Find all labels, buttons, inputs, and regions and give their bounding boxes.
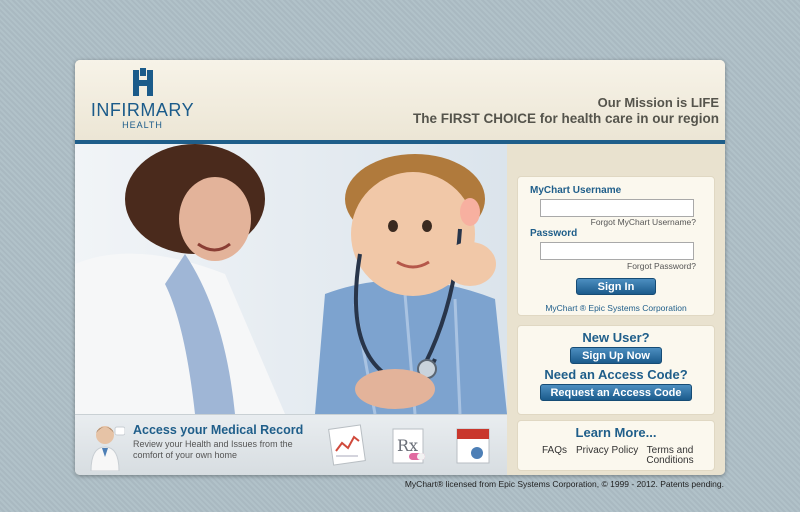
username-input[interactable] xyxy=(540,199,694,217)
prescription-icon: Rx xyxy=(392,428,425,464)
chart-paper-icon xyxy=(328,424,366,466)
request-access-code-button[interactable]: Request an Access Code xyxy=(540,384,692,401)
password-input[interactable] xyxy=(540,242,694,260)
learn-more-heading: Learn More... xyxy=(575,425,657,440)
powered-by-text: MyChart ® Epic Systems Corporation xyxy=(545,303,687,313)
infirmary-logo[interactable]: INFIRMARY HEALTH xyxy=(85,68,200,132)
logo-name: INFIRMARY xyxy=(90,100,195,120)
login-card: INFIRMARY HEALTH Our Mission is LIFE The… xyxy=(75,60,725,475)
access-code-heading: Need an Access Code? xyxy=(544,367,688,382)
login-panel: MyChart Username Forgot MyChart Username… xyxy=(517,176,715,316)
sign-up-button[interactable]: Sign Up Now xyxy=(570,347,662,364)
medical-record-banner[interactable]: Access your Medical Record Review your H… xyxy=(75,414,507,475)
login-sidebar: MyChart Username Forgot MyChart Username… xyxy=(507,144,725,475)
mission-line-2: The FIRST CHOICE for health care in our … xyxy=(412,111,719,126)
banner-title: Access your Medical Record xyxy=(133,423,304,437)
logo-subtitle: HEALTH xyxy=(122,120,163,130)
faqs-link[interactable]: FAQs xyxy=(542,446,567,456)
infirmary-h-logo-icon xyxy=(133,68,153,96)
username-label: MyChart Username xyxy=(530,185,622,196)
forgot-password-link[interactable]: Forgot Password? xyxy=(627,261,696,271)
password-label: Password xyxy=(530,228,578,239)
page-header: INFIRMARY HEALTH Our Mission is LIFE The… xyxy=(75,60,725,140)
doctor-avatar-icon xyxy=(90,426,125,471)
calendar-icon xyxy=(456,428,490,464)
hero-illustration xyxy=(75,144,507,414)
mission-statement: Our Mission is LIFE The FIRST CHOICE for… xyxy=(413,95,719,127)
hero-photo xyxy=(75,144,507,414)
footer-copyright: MyChart® licensed from Epic Systems Corp… xyxy=(404,479,724,489)
learn-more-panel: Learn More... FAQs Privacy Policy Terms … xyxy=(517,420,715,471)
mission-line-1: Our Mission is LIFE xyxy=(597,95,719,110)
terms-conditions-link[interactable]: Terms and Conditions xyxy=(640,446,700,466)
forgot-username-link[interactable]: Forgot MyChart Username? xyxy=(591,217,696,227)
banner-description: Review your Health and Issues from the c… xyxy=(133,439,293,460)
new-user-panel: New User? Sign Up Now Need an Access Cod… xyxy=(517,325,715,415)
sign-in-button[interactable]: Sign In xyxy=(576,278,656,295)
terms-line-2: Conditions xyxy=(646,455,694,466)
privacy-policy-link[interactable]: Privacy Policy xyxy=(576,446,638,456)
svg-text:Rx: Rx xyxy=(397,436,418,455)
new-user-heading: New User? xyxy=(582,330,650,345)
